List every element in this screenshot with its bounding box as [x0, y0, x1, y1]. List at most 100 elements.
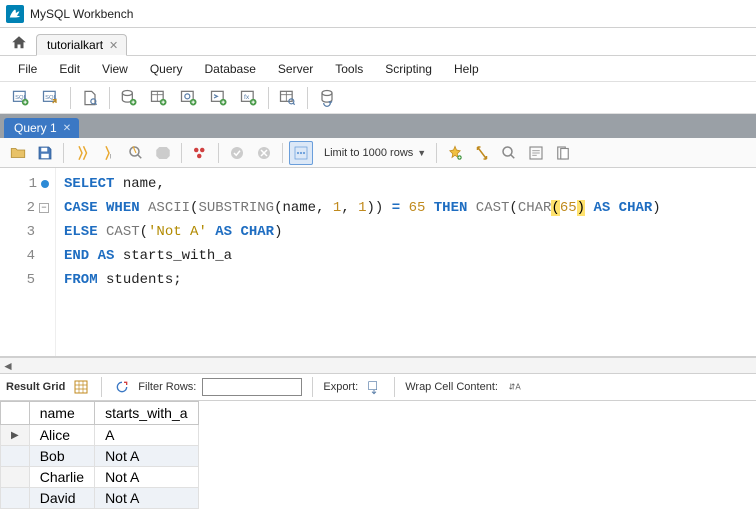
- create-procedure-button[interactable]: [206, 85, 232, 111]
- find-button[interactable]: [470, 141, 494, 165]
- scroll-left-icon[interactable]: ◄: [0, 358, 16, 374]
- create-schema-button[interactable]: [116, 85, 142, 111]
- toolbar-separator: [436, 143, 437, 163]
- open-sql-button[interactable]: SQL: [38, 85, 64, 111]
- menu-query[interactable]: Query: [140, 58, 193, 80]
- svg-text:⇵A: ⇵A: [509, 383, 522, 392]
- limit-rows-label: Limit to 1000 rows: [324, 147, 413, 159]
- menu-help[interactable]: Help: [444, 58, 489, 80]
- menu-scripting[interactable]: Scripting: [375, 58, 442, 80]
- inspector-button[interactable]: [77, 85, 103, 111]
- window-title: MySQL Workbench: [30, 7, 133, 21]
- filter-rows-input[interactable]: [202, 378, 302, 396]
- table-row[interactable]: BobNot A: [1, 446, 199, 467]
- create-view-button[interactable]: [176, 85, 202, 111]
- row-handle-header: [1, 402, 30, 425]
- column-header[interactable]: starts_with_a: [95, 402, 198, 425]
- table-row[interactable]: DavidNot A: [1, 488, 199, 509]
- cell[interactable]: Not A: [95, 488, 198, 509]
- menu-file[interactable]: File: [8, 58, 47, 80]
- toolbar-separator: [70, 87, 71, 109]
- chevron-down-icon: ▼: [417, 148, 426, 158]
- toggle-invisible-button[interactable]: [497, 141, 521, 165]
- execute-current-button[interactable]: I: [97, 141, 121, 165]
- toolbar-separator: [282, 143, 283, 163]
- export-label: Export:: [323, 381, 358, 393]
- svg-text:fx: fx: [244, 93, 250, 100]
- menu-view[interactable]: View: [92, 58, 138, 80]
- query-tab[interactable]: Query 1 ✕: [4, 118, 79, 138]
- toggle-whitespace-button[interactable]: [289, 141, 313, 165]
- row-handle[interactable]: [1, 467, 30, 488]
- snippets-button[interactable]: [551, 141, 575, 165]
- cell[interactable]: Alice: [29, 425, 94, 446]
- execute-button[interactable]: [70, 141, 94, 165]
- home-button[interactable]: [6, 31, 32, 55]
- sql-editor[interactable]: 12−345 SELECT name,CASE WHEN ASCII(SUBST…: [0, 168, 756, 357]
- result-toolbar: Result Grid Filter Rows: Export: Wrap Ce…: [0, 373, 756, 401]
- toolbar-separator: [63, 143, 64, 163]
- export-button[interactable]: [364, 377, 384, 397]
- save-button[interactable]: [33, 141, 57, 165]
- toolbar-separator: [312, 377, 313, 397]
- cell[interactable]: A: [95, 425, 198, 446]
- editor-horizontal-scrollbar[interactable]: ◄: [0, 357, 756, 373]
- toolbar-separator: [394, 377, 395, 397]
- table-row[interactable]: CharlieNot A: [1, 467, 199, 488]
- wrap-cell-label: Wrap Cell Content:: [405, 381, 498, 393]
- commit-button[interactable]: [225, 141, 249, 165]
- close-icon[interactable]: ✕: [63, 123, 71, 134]
- explain-button[interactable]: [124, 141, 148, 165]
- fold-icon[interactable]: −: [39, 203, 49, 213]
- toolbar-separator: [109, 87, 110, 109]
- result-grid-icon[interactable]: [71, 377, 91, 397]
- wrap-button[interactable]: [524, 141, 548, 165]
- open-file-button[interactable]: [6, 141, 30, 165]
- new-sql-tab-button[interactable]: SQL: [8, 85, 34, 111]
- cell[interactable]: David: [29, 488, 94, 509]
- connection-tab-label: tutorialkart: [47, 38, 103, 52]
- create-function-button[interactable]: fx: [236, 85, 262, 111]
- toolbar-separator: [101, 377, 102, 397]
- query-tab-bar: Query 1 ✕: [0, 114, 756, 138]
- menu-server[interactable]: Server: [268, 58, 323, 80]
- search-table-data-button[interactable]: [275, 85, 301, 111]
- menu-database[interactable]: Database: [195, 58, 266, 80]
- query-tab-label: Query 1: [14, 121, 57, 135]
- result-grid-label: Result Grid: [6, 381, 65, 393]
- reconnect-button[interactable]: [314, 85, 340, 111]
- toggle-autocommit-button[interactable]: [188, 141, 212, 165]
- refresh-button[interactable]: [112, 377, 132, 397]
- toolbar-separator: [307, 87, 308, 109]
- row-handle[interactable]: [1, 488, 30, 509]
- column-header[interactable]: name: [29, 402, 94, 425]
- svg-text:I: I: [110, 153, 112, 160]
- editor-toolbar: I Limit to 1000 rows ▼: [0, 138, 756, 168]
- menu-bar: File Edit View Query Database Server Too…: [0, 56, 756, 82]
- table-row[interactable]: ▶AliceA: [1, 425, 199, 446]
- menu-tools[interactable]: Tools: [325, 58, 373, 80]
- cell[interactable]: Not A: [95, 467, 198, 488]
- limit-rows-dropdown[interactable]: Limit to 1000 rows ▼: [316, 145, 430, 161]
- beautify-button[interactable]: [443, 141, 467, 165]
- result-grid[interactable]: namestarts_with_a ▶AliceABobNot ACharlie…: [0, 401, 756, 509]
- app-icon: [6, 5, 24, 23]
- toolbar-separator: [268, 87, 269, 109]
- rollback-button[interactable]: [252, 141, 276, 165]
- wrap-cell-button[interactable]: ⇵A: [504, 377, 524, 397]
- menu-edit[interactable]: Edit: [49, 58, 90, 80]
- connection-tab[interactable]: tutorialkart ✕: [36, 34, 127, 56]
- cell[interactable]: Not A: [95, 446, 198, 467]
- cell[interactable]: Bob: [29, 446, 94, 467]
- row-handle[interactable]: [1, 446, 30, 467]
- main-toolbar: SQL SQL fx: [0, 82, 756, 114]
- editor-gutter: 12−345: [0, 168, 56, 356]
- cell[interactable]: Charlie: [29, 467, 94, 488]
- connection-tab-row: tutorialkart ✕: [0, 28, 756, 56]
- scroll-track[interactable]: [16, 361, 756, 371]
- stop-button[interactable]: [151, 141, 175, 165]
- create-table-button[interactable]: [146, 85, 172, 111]
- close-icon[interactable]: ✕: [109, 39, 118, 52]
- editor-content[interactable]: SELECT name,CASE WHEN ASCII(SUBSTRING(na…: [56, 168, 669, 356]
- row-handle[interactable]: ▶: [1, 425, 30, 446]
